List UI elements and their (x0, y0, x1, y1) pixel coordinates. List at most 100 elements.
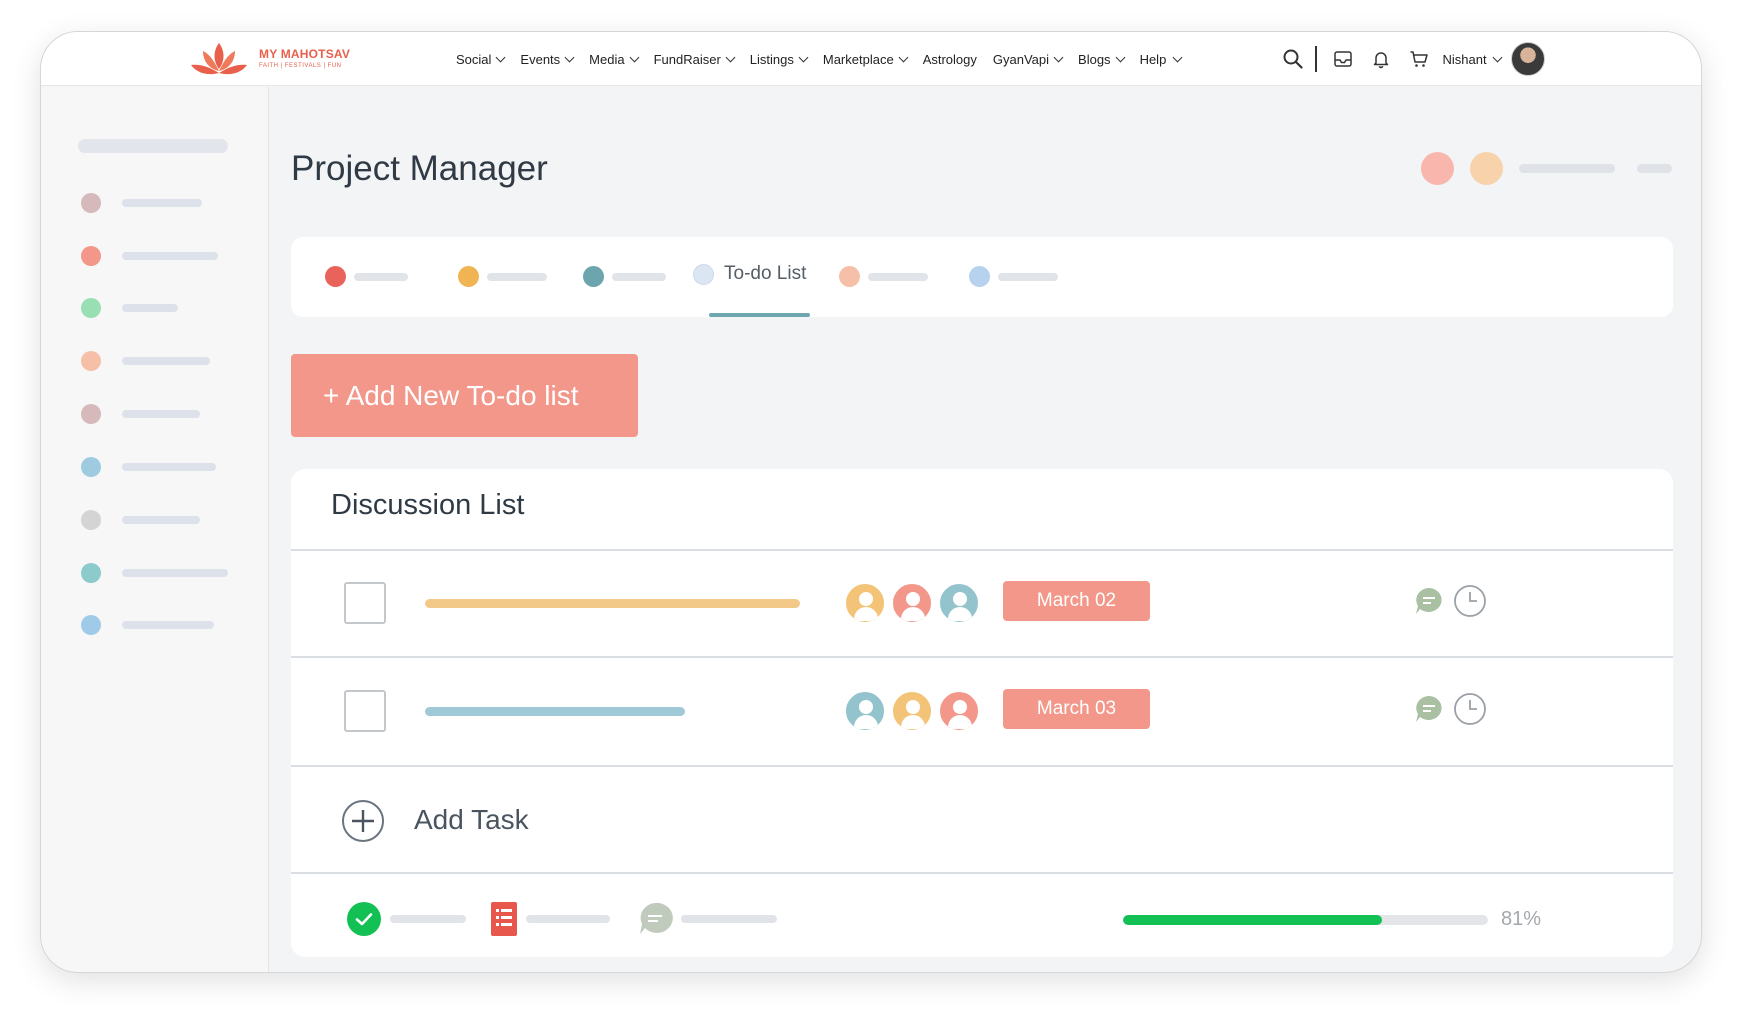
nav-label: Events (520, 52, 561, 67)
task-row-icons (1413, 692, 1487, 726)
sidebar-dot (81, 193, 101, 213)
assignee-avatar[interactable] (844, 582, 886, 624)
header-line-placeholder (1519, 164, 1615, 173)
tab-dot (583, 266, 604, 287)
sidebar-header-placeholder (78, 139, 228, 153)
tab-2[interactable] (458, 266, 547, 287)
sidebar-dot (81, 246, 101, 266)
due-date-badge[interactable]: March 02 (1003, 581, 1150, 621)
task-checkbox[interactable] (344, 582, 386, 624)
task-title-placeholder[interactable] (425, 707, 685, 716)
nav-actions: Nishant (1279, 42, 1545, 76)
task-checkbox[interactable] (344, 690, 386, 732)
tab-todo-list[interactable]: To-do List (693, 263, 806, 285)
check-circle-icon (347, 902, 381, 936)
sidebar-dot (81, 510, 101, 530)
sidebar-dot (81, 298, 101, 318)
assignee-avatar[interactable] (938, 582, 980, 624)
progress-bar-fill (1123, 915, 1383, 925)
tab-bar: To-do List (291, 237, 1673, 317)
nav-item-events[interactable]: Events (520, 52, 575, 67)
sidebar-dot (81, 404, 101, 424)
nav-item-media[interactable]: Media (589, 52, 640, 67)
inbox-icon[interactable] (1329, 45, 1357, 73)
sidebar-dot (81, 351, 101, 371)
header-line-placeholder (1637, 164, 1672, 173)
stat-line-placeholder (681, 915, 777, 923)
plus-circle-icon[interactable] (341, 799, 385, 843)
add-task-label[interactable]: Add Task (414, 804, 529, 836)
page-title: Project Manager (291, 149, 548, 188)
add-task-row[interactable]: Add Task (291, 766, 1673, 872)
chevron-down-icon (725, 52, 736, 63)
sidebar-item[interactable] (81, 246, 218, 266)
sidebar-item[interactable] (81, 563, 228, 583)
chevron-down-icon (1172, 52, 1183, 63)
tab-5[interactable] (839, 266, 928, 287)
clock-icon[interactable] (1453, 584, 1487, 618)
assignee-group (844, 582, 985, 624)
assignee-avatar[interactable] (938, 690, 980, 732)
stat-line-placeholder (526, 915, 610, 923)
tab-1[interactable] (325, 266, 408, 287)
assignee-avatar[interactable] (844, 690, 886, 732)
lotus-logo-icon (191, 43, 247, 75)
sidebar-item[interactable] (81, 351, 210, 371)
search-icon[interactable] (1279, 45, 1307, 73)
sidebar-line-placeholder (122, 252, 218, 260)
nav-label: Listings (749, 52, 794, 67)
clock-icon[interactable] (1453, 692, 1487, 726)
tab-3[interactable] (583, 266, 666, 287)
nav-label: Help (1139, 52, 1167, 67)
sidebar-item[interactable] (81, 457, 216, 477)
nav-divider (1315, 46, 1317, 72)
nav-label: Marketplace (822, 52, 894, 67)
sidebar-line-placeholder (122, 463, 216, 471)
cart-icon[interactable] (1405, 45, 1433, 73)
comment-icon[interactable] (1413, 693, 1445, 725)
sidebar-line-placeholder (122, 357, 210, 365)
sidebar-line-placeholder (122, 569, 228, 577)
app-window: MY MAHOTSAV FAITH | FESTIVALS | FUN Soci… (40, 31, 1702, 973)
bell-icon[interactable] (1367, 45, 1395, 73)
task-title-placeholder[interactable] (425, 599, 800, 608)
nav-item-gyanvapi[interactable]: GyanVapi (993, 52, 1064, 67)
add-todo-list-button[interactable]: + Add New To-do list (291, 354, 638, 437)
due-date-badge[interactable]: March 03 (1003, 689, 1150, 729)
nav-item-listings[interactable]: Listings (749, 52, 809, 67)
user-avatar[interactable] (1510, 42, 1545, 76)
nav-label: Blogs (1078, 52, 1111, 67)
discussion-list-card: Discussion List March 02 March 03 Add Ta… (291, 469, 1673, 957)
comment-icon[interactable] (1413, 585, 1445, 617)
tab-label: To-do List (724, 263, 807, 284)
progress-bar (1123, 915, 1488, 925)
assignee-avatar[interactable] (891, 690, 933, 732)
chevron-down-icon[interactable] (1492, 52, 1503, 62)
chevron-down-icon (1115, 52, 1126, 63)
nav-item-fundraiser[interactable]: FundRaiser (654, 52, 736, 67)
sidebar-item[interactable] (81, 615, 214, 635)
nav-item-social[interactable]: Social (456, 52, 506, 67)
chevron-down-icon (898, 52, 909, 63)
sidebar-item[interactable] (81, 404, 200, 424)
tab-6[interactable] (969, 266, 1058, 287)
nav-item-astrology[interactable]: Astrology (923, 52, 977, 67)
header-placeholder-group (1421, 152, 1672, 185)
assignee-avatar[interactable] (891, 582, 933, 624)
list-document-icon (491, 902, 517, 936)
tasks-stat (490, 901, 610, 937)
sidebar-dot (81, 457, 101, 477)
task-row-icons (1413, 584, 1487, 618)
sidebar-line-placeholder (122, 516, 200, 524)
user-name[interactable]: Nishant (1443, 52, 1487, 67)
sidebar-item[interactable] (81, 193, 202, 213)
discussion-list-title: Discussion List (331, 489, 525, 521)
nav-item-blogs[interactable]: Blogs (1078, 52, 1126, 67)
comment-icon (640, 902, 673, 934)
sidebar-item[interactable] (81, 298, 178, 318)
main-nav: Social Events Media FundRaiser Listings … (456, 52, 1183, 67)
completed-stat (346, 901, 466, 937)
nav-item-marketplace[interactable]: Marketplace (822, 52, 909, 67)
sidebar-item[interactable] (81, 510, 200, 530)
nav-item-help[interactable]: Help (1139, 52, 1183, 67)
